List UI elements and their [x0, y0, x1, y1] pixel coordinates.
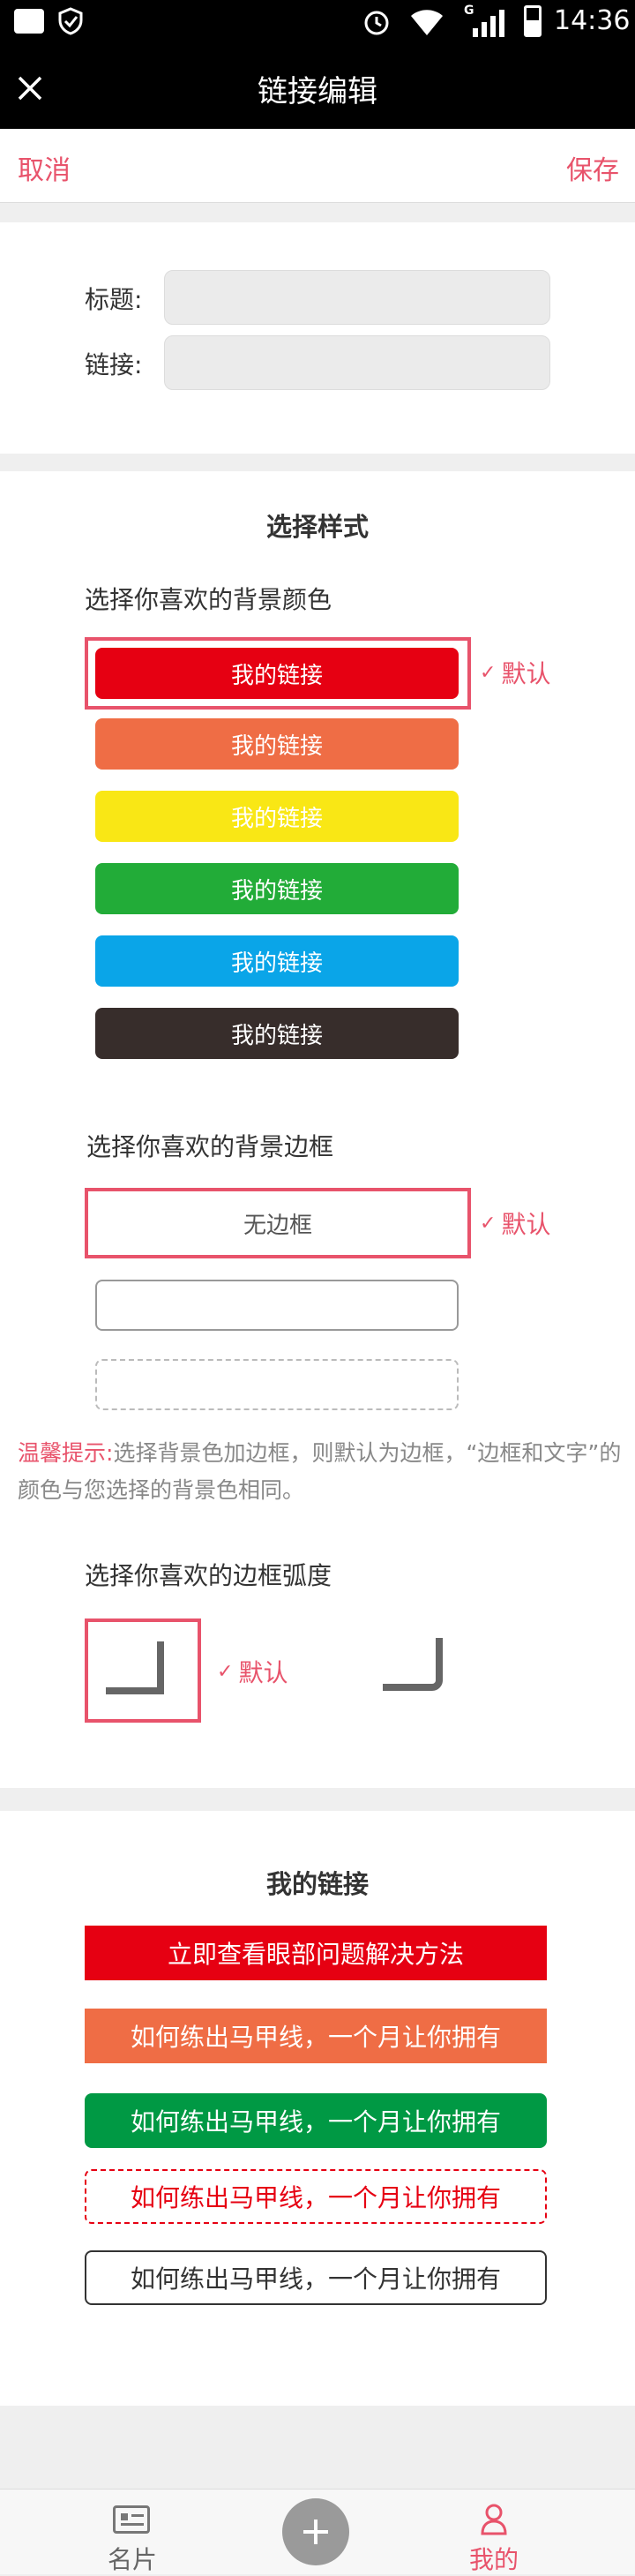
style-section: 选择样式 选择你喜欢的背景颜色 ✓ 默认 我的链接 我的链接 我的链接 我的链接… — [0, 471, 635, 1788]
check-icon: ✓ — [480, 661, 497, 684]
signal-icon — [471, 9, 506, 37]
save-button[interactable]: 保存 — [566, 148, 619, 187]
default-label: 默认 — [238, 1658, 288, 1687]
default-label: 默认 — [501, 1210, 551, 1239]
my-links-section: 我的链接 立即查看眼部问题解决方法 如何练出马甲线，一个月让你拥有 如何练出马甲… — [0, 1811, 635, 2406]
clock: 14:36 — [554, 5, 631, 36]
color-option-green[interactable]: 我的链接 — [95, 863, 459, 914]
tab-card-label: 名片 — [107, 2545, 157, 2574]
plus-icon — [303, 2520, 328, 2544]
title-bar: 链接编辑 — [0, 48, 635, 129]
default-color-indicator: ✓ 默认 — [480, 655, 550, 690]
link-item-green[interactable]: 如何练出马甲线，一个月让你拥有 — [85, 2093, 547, 2148]
bg-color-heading: 选择你喜欢的背景颜色 — [85, 585, 332, 614]
border-heading: 选择你喜欢的背景边框 — [86, 1132, 334, 1161]
card-icon — [113, 2505, 150, 2534]
solid-border-option[interactable] — [95, 1280, 459, 1331]
color-option-blue[interactable]: 我的链接 — [95, 935, 459, 987]
link-form-section: 标题: 链接: — [0, 222, 635, 454]
dashed-border-option[interactable] — [95, 1359, 459, 1410]
link-item-red[interactable]: 立即查看眼部问题解决方法 — [85, 1926, 547, 1980]
check-icon: ✓ — [480, 1212, 497, 1235]
color-option-orange[interactable]: 我的链接 — [95, 718, 459, 770]
tab-card[interactable]: 名片 — [88, 2502, 176, 2574]
no-border-option[interactable]: 无边框 — [85, 1188, 471, 1258]
link-item-outline[interactable]: 如何练出马甲线，一个月让你拥有 — [85, 2250, 547, 2305]
color-option-dark[interactable]: 我的链接 — [95, 1008, 459, 1059]
link-item-dashed[interactable]: 如何练出马甲线，一个月让你拥有 — [85, 2169, 547, 2224]
square-corner-icon — [106, 1641, 164, 1694]
no-border-label: 无边框 — [243, 1212, 312, 1239]
wifi-icon — [409, 7, 444, 37]
tip-label: 温馨提示: — [18, 1440, 114, 1466]
user-icon — [480, 2504, 508, 2535]
link-item-orange[interactable]: 如何练出马甲线，一个月让你拥有 — [85, 2009, 547, 2063]
radius-heading: 选择你喜欢的边框弧度 — [85, 1561, 332, 1590]
title-label: 标题: — [85, 285, 143, 314]
message-icon — [14, 9, 44, 34]
bottom-tab-bar: 名片 我的 — [0, 2489, 635, 2574]
tab-mine[interactable]: 我的 — [450, 2502, 538, 2574]
square-corner-option[interactable] — [85, 1618, 201, 1723]
cancel-button[interactable]: 取消 — [18, 148, 71, 187]
default-label: 默认 — [501, 659, 551, 688]
battery-icon — [524, 5, 542, 37]
tip-text: 温馨提示:选择背景色加边框，则默认为边框，“边框和文字”的颜色与您选择的背景色相… — [18, 1435, 626, 1509]
title-input[interactable] — [164, 270, 550, 325]
alarm-icon — [362, 7, 392, 37]
check-icon: ✓ — [217, 1660, 234, 1683]
shield-icon — [58, 7, 83, 35]
rounded-corner-option[interactable] — [360, 1618, 476, 1723]
status-bar: G 14:36 — [0, 0, 635, 48]
action-bar: 取消 保存 — [0, 129, 635, 203]
rounded-corner-icon — [383, 1638, 443, 1691]
page-title: 链接编辑 — [258, 73, 377, 109]
link-input[interactable] — [164, 335, 550, 390]
link-label: 链接: — [85, 350, 143, 379]
default-border-indicator: ✓ 默认 — [480, 1205, 550, 1241]
style-heading: 选择样式 — [265, 512, 369, 542]
tab-mine-label: 我的 — [468, 2545, 519, 2574]
my-links-heading: 我的链接 — [265, 1869, 369, 1899]
default-radius-indicator: ✓ 默认 — [217, 1654, 288, 1689]
color-option-yellow[interactable]: 我的链接 — [95, 791, 459, 842]
color-option-red[interactable]: 我的链接 — [95, 648, 459, 699]
add-button[interactable] — [282, 2498, 349, 2565]
